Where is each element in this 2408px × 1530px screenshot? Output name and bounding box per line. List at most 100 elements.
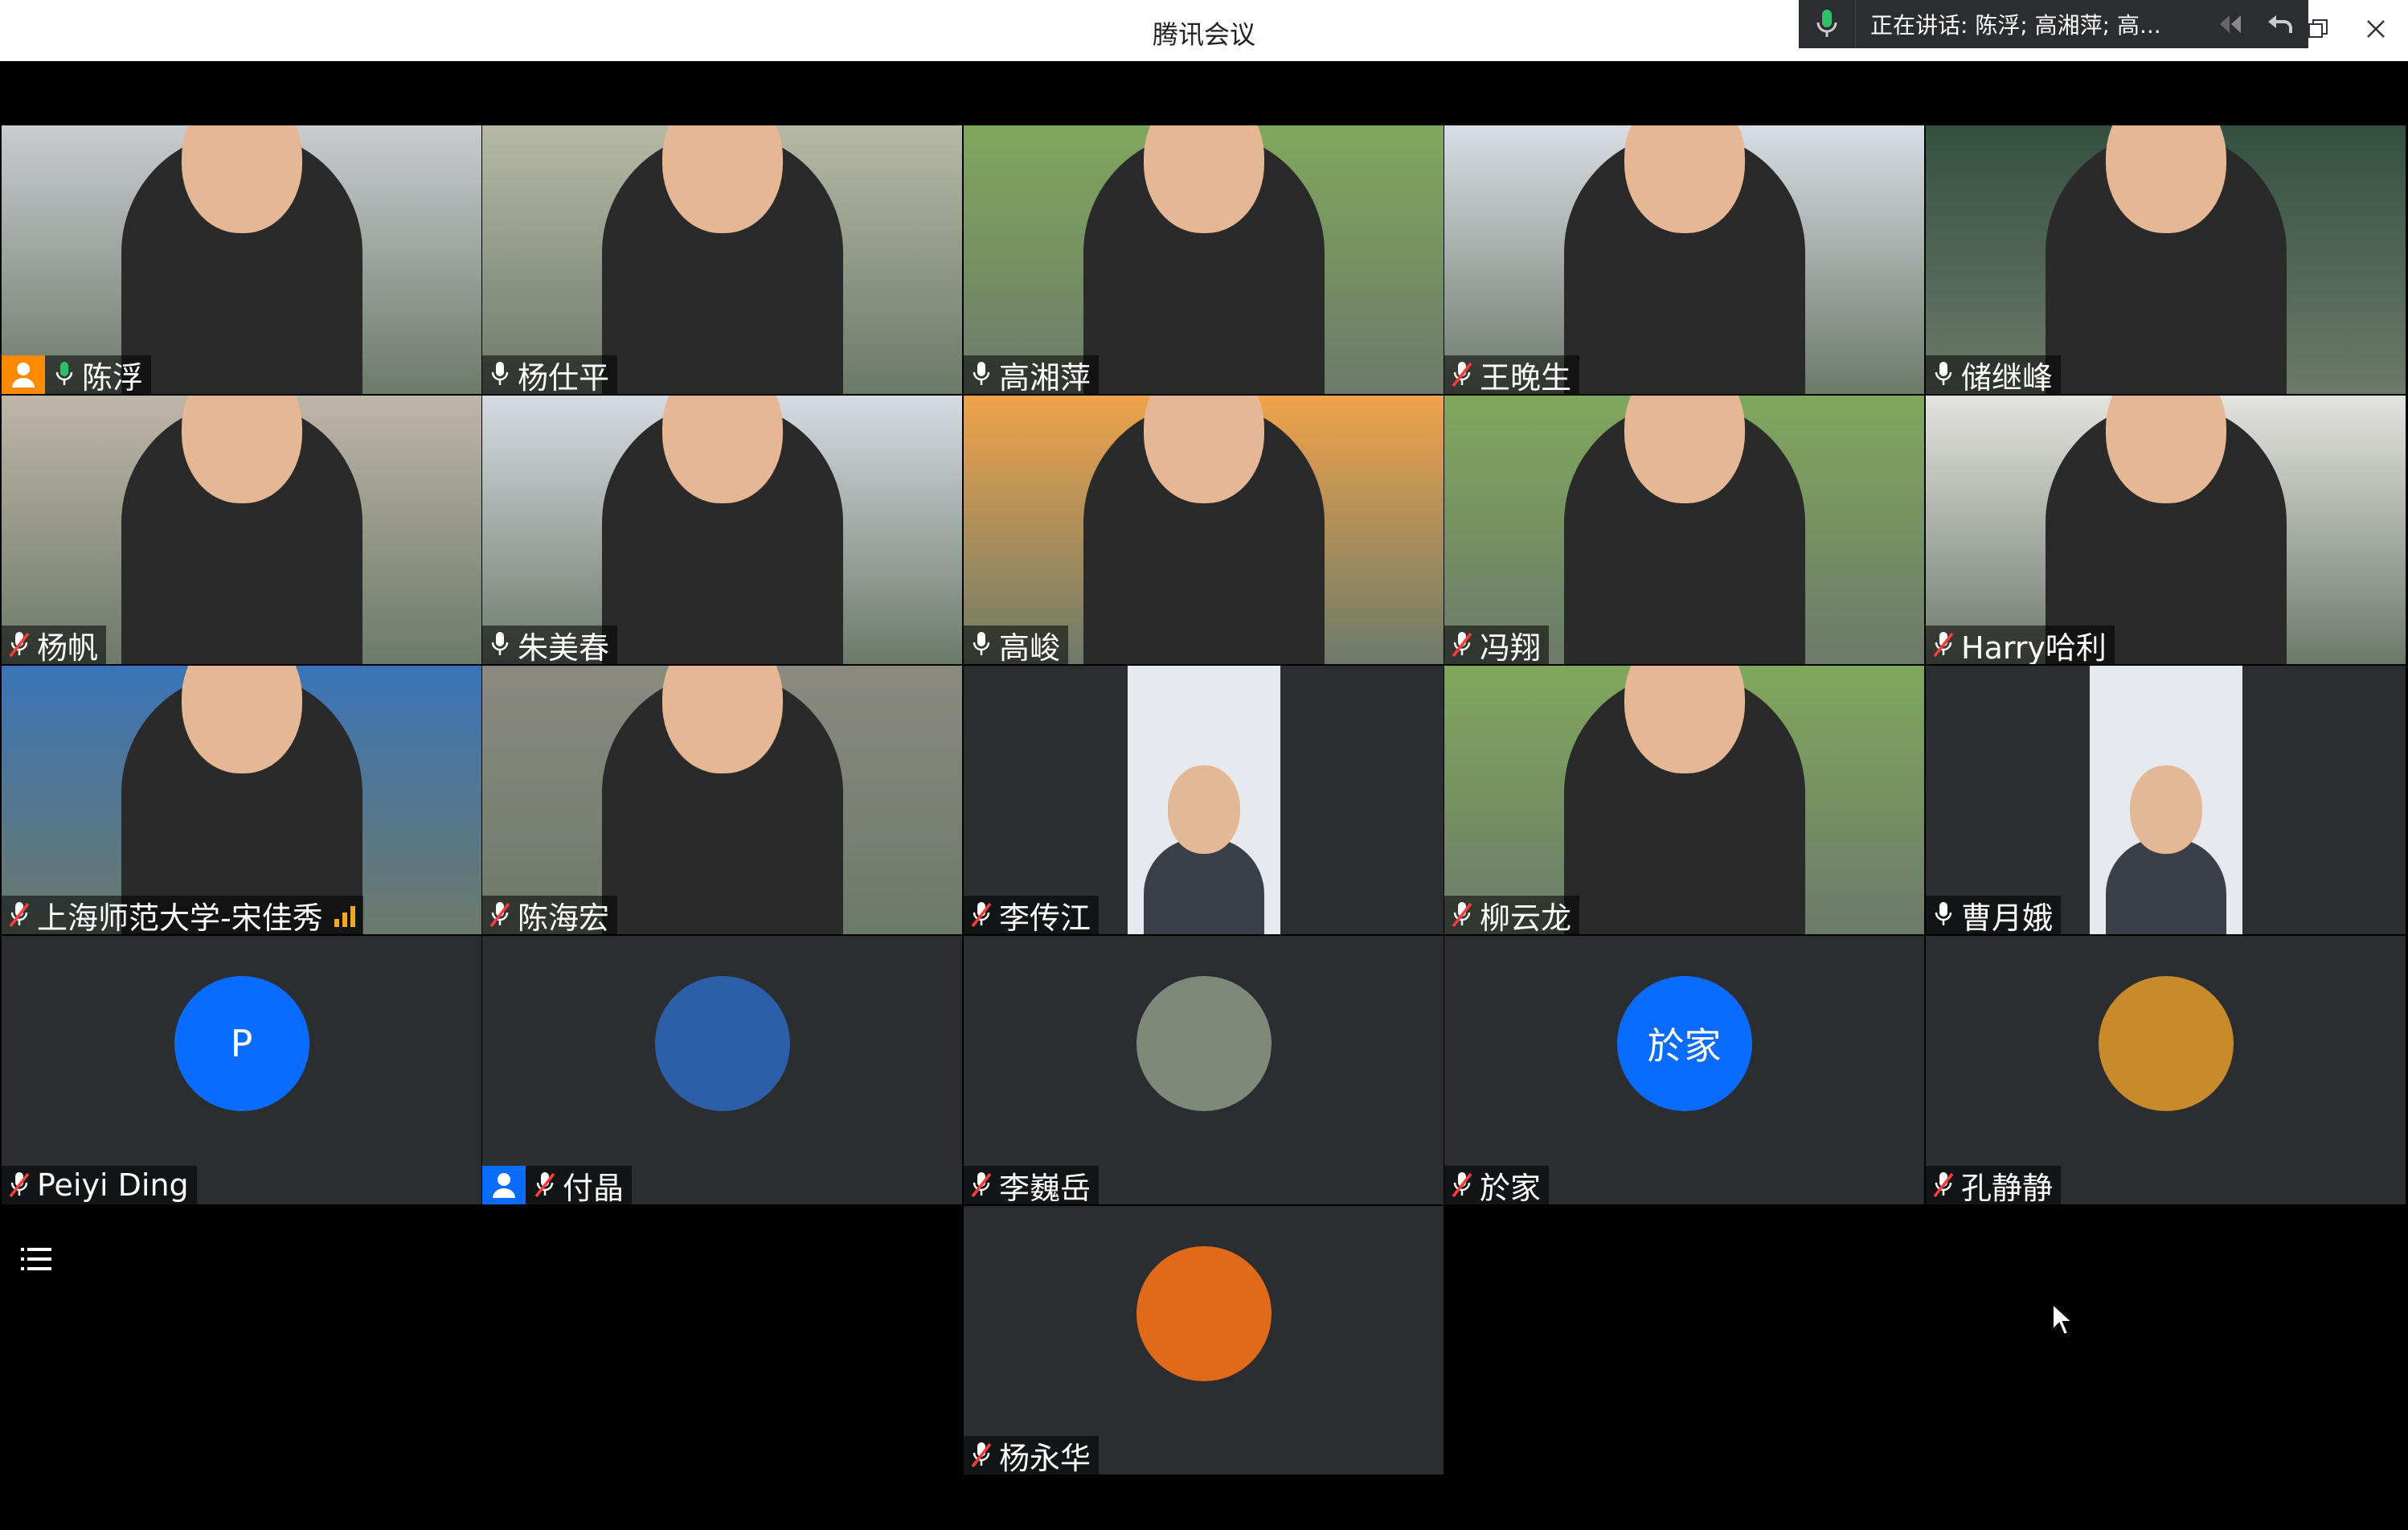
microphone-muted-icon [5, 1169, 34, 1201]
participant-name: 杨永华 [999, 1440, 1091, 1475]
participant-tile[interactable]: P Peiyi Ding [2, 936, 481, 1204]
mouse-cursor [2051, 1302, 2075, 1338]
microphone-muted-icon [1448, 899, 1476, 931]
participant-tile[interactable]: 曹月娥 [1926, 666, 2406, 934]
microphone-muted-icon [1448, 629, 1476, 661]
participant-name: 上海师范大学-宋佳秀 [37, 900, 323, 935]
participant-avatar [1136, 976, 1272, 1111]
participant-tile[interactable]: 付晶 [482, 936, 962, 1204]
participant-avatar: 於家 [1616, 976, 1752, 1111]
participant-tile[interactable]: 李巍岳 [964, 936, 1444, 1204]
participant-name: 陈海宏 [518, 900, 610, 935]
microphone-muted-icon [1448, 1169, 1476, 1201]
participant-video [1127, 666, 1280, 934]
participant-name: 曹月娥 [1961, 900, 2054, 935]
participant-tile[interactable]: 高湘萍 [964, 125, 1444, 394]
participant-name-label: 王晚生 [1444, 355, 1580, 395]
participant-tile[interactable]: 王晚生 [1444, 125, 1924, 394]
participant-name-label: 杨仕平 [482, 355, 618, 395]
microphone-muted-icon [967, 1439, 996, 1471]
participant-avatar [654, 976, 790, 1111]
participant-name-label: 李传江 [964, 896, 1100, 935]
participant-name-label: 柳云龙 [1444, 896, 1580, 935]
participant-name: Harry哈利 [1961, 630, 2107, 665]
participant-name: 孔静静 [1961, 1170, 2054, 1205]
microphone-icon [50, 359, 79, 391]
microphone-muted-icon [485, 899, 514, 931]
speaking-indicator[interactable]: 正在讲话: 陈浮; 高湘萍; 高... [1799, 0, 2308, 48]
participant-name: 於家 [1480, 1170, 1542, 1205]
microphone-icon [1929, 359, 1958, 391]
participant-tile[interactable]: 杨帆 [2, 396, 481, 664]
microphone-muted-icon [1929, 629, 1958, 661]
participant-name-label: 冯翔 [1444, 626, 1550, 665]
participant-name: 王晚生 [1480, 359, 1572, 395]
participant-name: 杨仕平 [518, 359, 610, 395]
participant-tile[interactable]: 冯翔 [1444, 396, 1924, 664]
participant-name: Peiyi Ding [37, 1167, 189, 1203]
participant-tile[interactable]: 陈海宏 [482, 666, 962, 934]
microphone-icon [1929, 899, 1958, 931]
participant-tile[interactable]: 杨永华 [964, 1206, 1444, 1475]
undo-arrow-icon[interactable] [2256, 0, 2304, 48]
participant-tile[interactable]: 杨仕平 [482, 125, 962, 394]
participant-name: 柳云龙 [1480, 900, 1572, 935]
participant-name-label: 杨永华 [964, 1436, 1100, 1475]
microphone-muted-icon [530, 1169, 559, 1201]
participant-name-label: 付晶 [482, 1166, 633, 1204]
participant-tile[interactable]: 於家 於家 [1444, 936, 1924, 1204]
participant-name-label: 孔静静 [1926, 1166, 2062, 1205]
microphone-icon [967, 359, 996, 391]
microphone-muted-icon [967, 899, 996, 931]
participant-name-label: 储继峰 [1926, 355, 2062, 395]
host-user-icon [2, 355, 45, 394]
participant-tile[interactable]: 陈浮 [2, 125, 481, 394]
microphone-icon [485, 629, 514, 661]
participant-name: 杨帆 [37, 630, 99, 665]
participant-name: 冯翔 [1480, 630, 1542, 665]
participant-name: 李传江 [999, 900, 1091, 935]
participant-name-label: 杨帆 [2, 626, 107, 665]
microphone-icon [967, 629, 996, 661]
participant-tile[interactable]: 上海师范大学-宋佳秀 [2, 666, 481, 934]
signal-strength-icon [334, 903, 355, 927]
participant-name-label: Harry哈利 [1926, 626, 2115, 664]
participant-name: 高峻 [999, 630, 1061, 665]
restore-window-icon[interactable] [2300, 11, 2336, 47]
host-user-icon [482, 1166, 526, 1204]
participant-video [2089, 666, 2242, 934]
participant-name: 李巍岳 [999, 1170, 1091, 1205]
collapse-icon[interactable] [2208, 0, 2256, 48]
speaking-text: 正在讲话: 陈浮; 高湘萍; 高... [1870, 12, 2161, 39]
microphone-icon [1799, 0, 1856, 48]
participant-tile[interactable]: 储继峰 [1926, 125, 2406, 394]
microphone-muted-icon [967, 1169, 996, 1201]
participant-tile[interactable]: 李传江 [964, 666, 1444, 934]
participant-grid: 陈浮 杨仕平 高湘萍 王晚生 储继峰杨帆 朱美春 高峻 冯翔 Harry哈利上海师范大学-宋佳秀… [0, 125, 2408, 1479]
microphone-muted-icon [5, 899, 34, 931]
participant-tile[interactable]: 高峻 [964, 396, 1444, 664]
participant-name-label: 李巍岳 [964, 1166, 1100, 1205]
microphone-muted-icon [5, 629, 34, 661]
participant-avatar: P [174, 976, 309, 1111]
close-window-icon[interactable] [2358, 11, 2394, 47]
participant-name-label: 曹月娥 [1926, 896, 2062, 935]
participant-name-label: 陈海宏 [482, 896, 618, 935]
participant-name: 陈浮 [82, 359, 144, 395]
participant-tile[interactable]: 孔静静 [1926, 936, 2406, 1204]
participant-avatar [1136, 1246, 1272, 1381]
microphone-icon [485, 359, 514, 391]
participant-name: 高湘萍 [999, 359, 1091, 395]
participant-tile[interactable]: 朱美春 [482, 396, 962, 664]
participant-name-label: 高湘萍 [964, 355, 1100, 395]
participant-tile[interactable]: 柳云龙 [1444, 666, 1924, 934]
microphone-muted-icon [1448, 359, 1476, 391]
participant-tile[interactable]: Harry哈利 [1926, 396, 2406, 664]
participant-name-label: 朱美春 [482, 626, 618, 664]
participant-name-label: 陈浮 [2, 355, 152, 395]
participant-name-label: Peiyi Ding [2, 1166, 197, 1204]
participant-name-label: 高峻 [964, 626, 1069, 665]
participant-name: 储继峰 [1961, 359, 2054, 395]
list-menu-icon[interactable] [14, 1238, 58, 1282]
participant-name-label: 於家 [1444, 1166, 1550, 1205]
